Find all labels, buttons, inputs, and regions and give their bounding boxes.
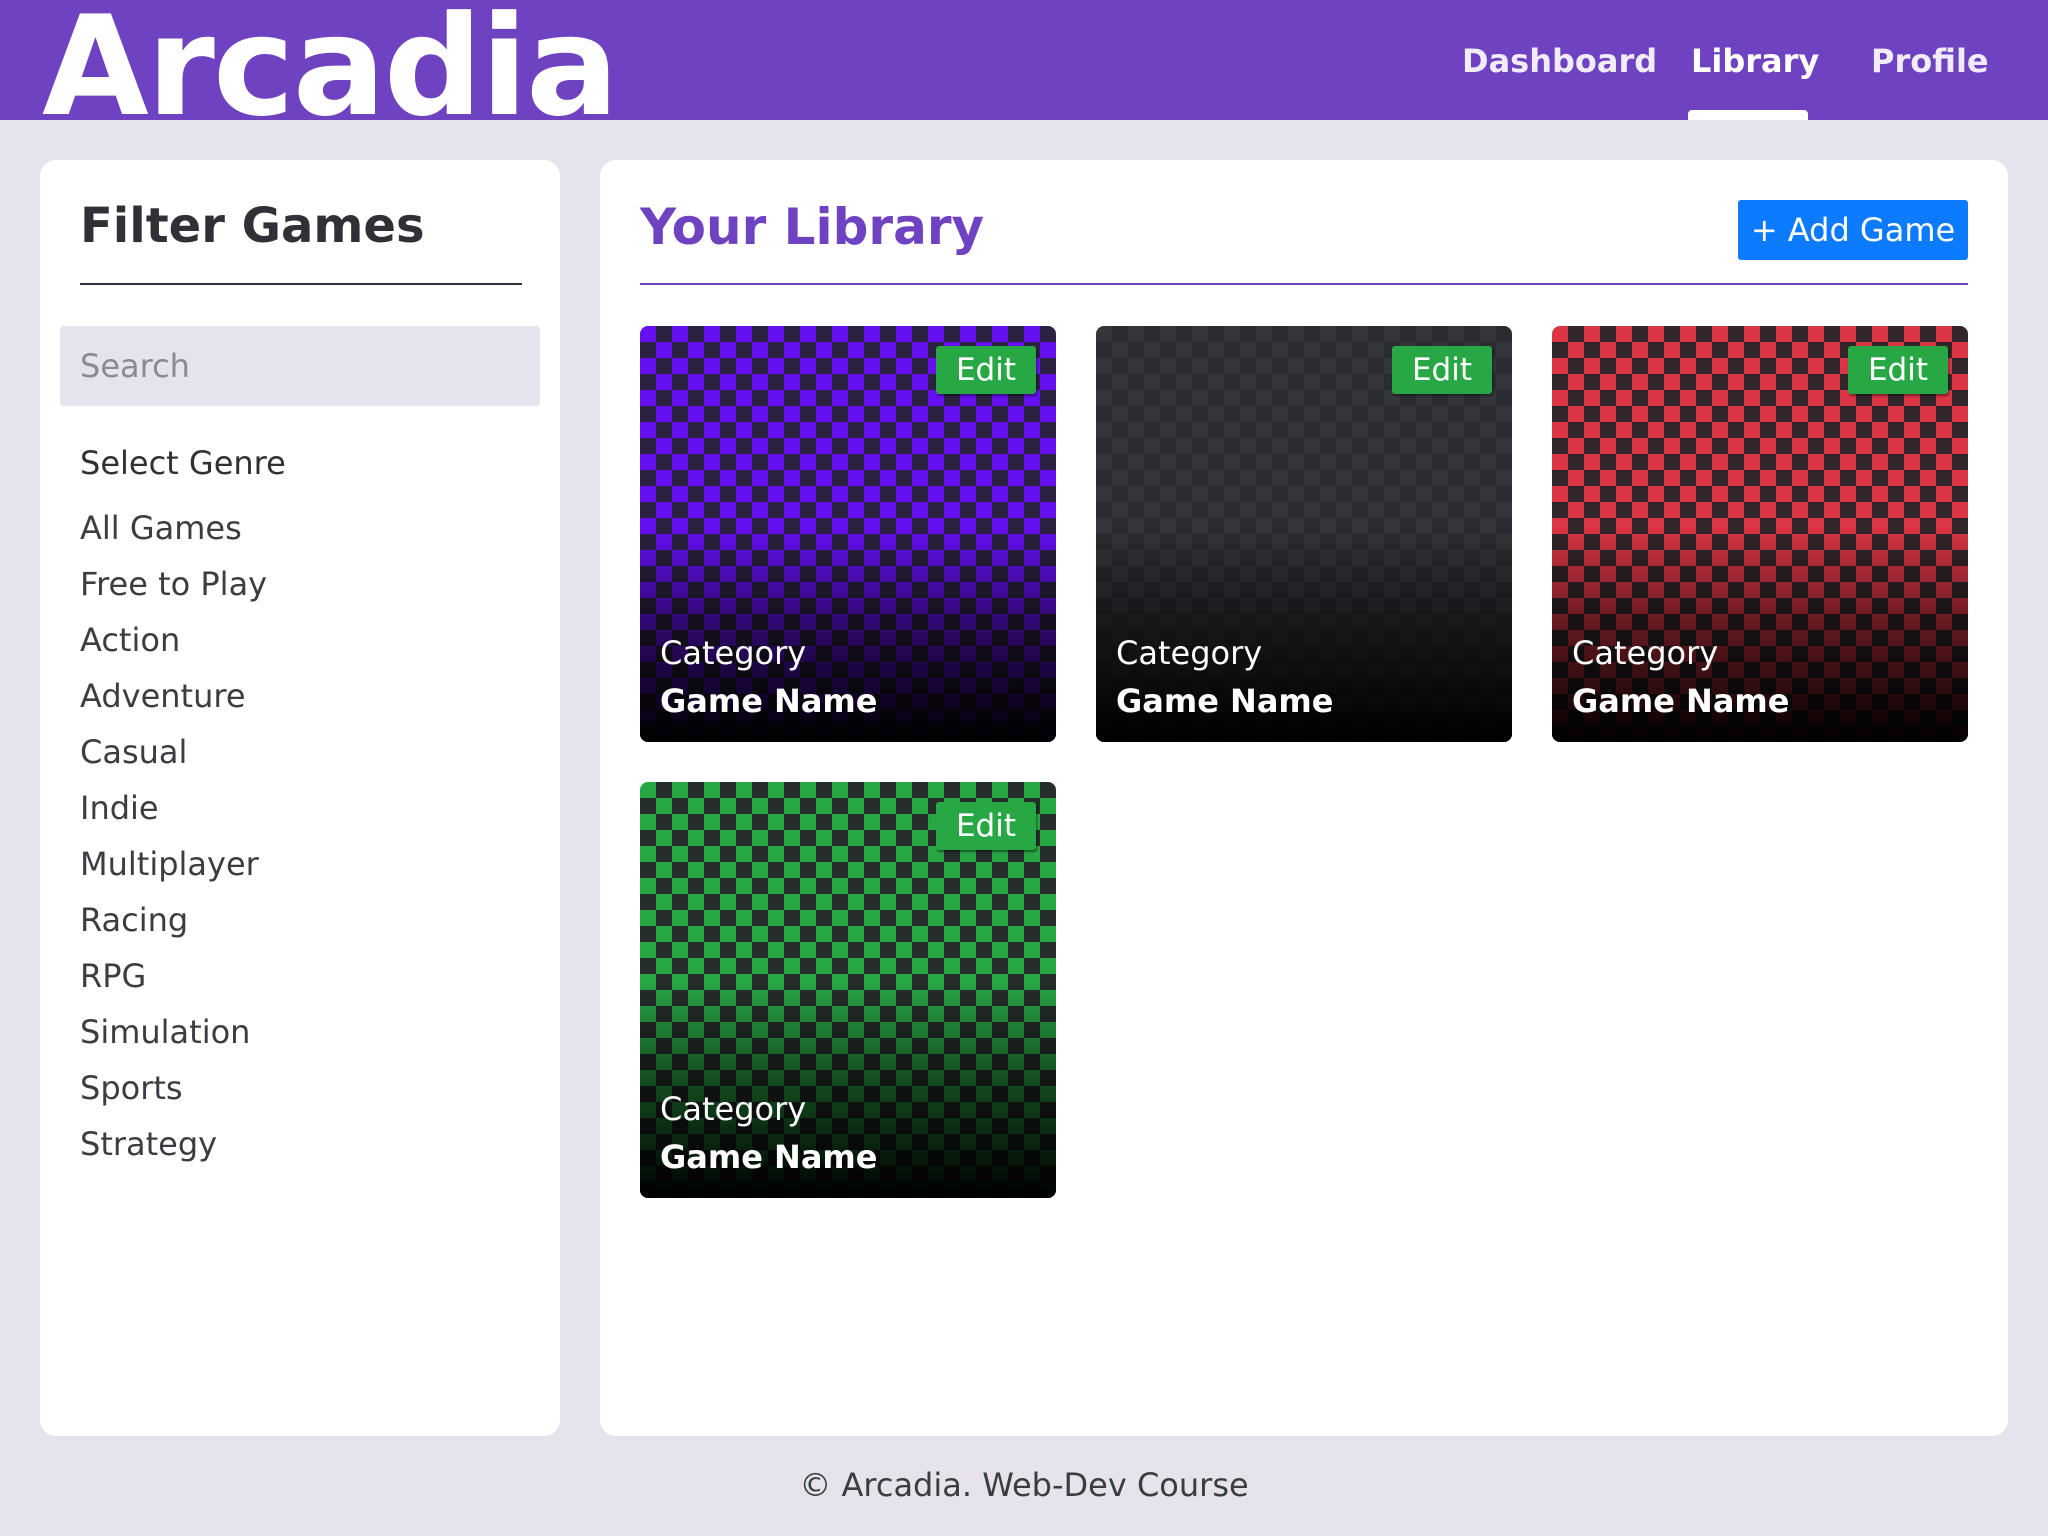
genre-item-racing[interactable]: Racing bbox=[80, 892, 267, 948]
filter-sidebar: Filter Games Select Genre All Games Free… bbox=[40, 160, 560, 1436]
edit-button[interactable]: Edit bbox=[936, 802, 1036, 850]
brand-logo[interactable]: Arcadia bbox=[42, 0, 619, 120]
genre-item-all-games[interactable]: All Games bbox=[80, 500, 267, 556]
game-category: Category bbox=[1116, 634, 1263, 672]
game-name: Game Name bbox=[1116, 682, 1334, 720]
footer-copyright: © Arcadia. Web-Dev Course bbox=[799, 1466, 1249, 1504]
edit-button[interactable]: Edit bbox=[936, 346, 1036, 394]
genre-item-action[interactable]: Action bbox=[80, 612, 267, 668]
game-name: Game Name bbox=[660, 682, 878, 720]
game-category: Category bbox=[660, 634, 807, 672]
game-card[interactable]: Edit Category Game Name bbox=[1552, 326, 1968, 742]
search-input[interactable] bbox=[60, 326, 540, 406]
genre-item-multiplayer[interactable]: Multiplayer bbox=[80, 836, 267, 892]
nav-library[interactable]: Library bbox=[1691, 42, 1819, 80]
edit-button[interactable]: Edit bbox=[1392, 346, 1492, 394]
genre-item-rpg[interactable]: RPG bbox=[80, 948, 267, 1004]
game-card[interactable]: Edit Category Game Name bbox=[640, 326, 1056, 742]
genre-item-simulation[interactable]: Simulation bbox=[80, 1004, 267, 1060]
library-panel: Your Library + Add Game Edit Category Ga… bbox=[600, 160, 2008, 1436]
genre-item-sports[interactable]: Sports bbox=[80, 1060, 267, 1116]
sidebar-title: Filter Games bbox=[80, 198, 425, 254]
title-divider bbox=[640, 283, 1968, 285]
game-name: Game Name bbox=[660, 1138, 878, 1176]
genre-item-free-to-play[interactable]: Free to Play bbox=[80, 556, 267, 612]
game-name: Game Name bbox=[1572, 682, 1790, 720]
game-category: Category bbox=[1572, 634, 1719, 672]
nav-dashboard[interactable]: Dashboard bbox=[1462, 42, 1657, 80]
genre-item-strategy[interactable]: Strategy bbox=[80, 1116, 267, 1172]
active-nav-indicator bbox=[1688, 110, 1808, 120]
nav-profile[interactable]: Profile bbox=[1871, 42, 1989, 80]
game-card[interactable]: Edit Category Game Name bbox=[640, 782, 1056, 1198]
genre-heading: Select Genre bbox=[80, 444, 286, 482]
game-category: Category bbox=[660, 1090, 807, 1128]
add-game-button[interactable]: + Add Game bbox=[1738, 200, 1968, 260]
genre-item-adventure[interactable]: Adventure bbox=[80, 668, 267, 724]
genre-list: All Games Free to Play Action Adventure … bbox=[80, 500, 267, 1172]
edit-button[interactable]: Edit bbox=[1848, 346, 1948, 394]
top-navbar: Arcadia Dashboard Library Profile bbox=[0, 0, 2048, 120]
genre-item-casual[interactable]: Casual bbox=[80, 724, 267, 780]
game-card[interactable]: Edit Category Game Name bbox=[1096, 326, 1512, 742]
page-title: Your Library bbox=[640, 198, 985, 256]
sidebar-divider bbox=[80, 283, 522, 285]
genre-item-indie[interactable]: Indie bbox=[80, 780, 267, 836]
